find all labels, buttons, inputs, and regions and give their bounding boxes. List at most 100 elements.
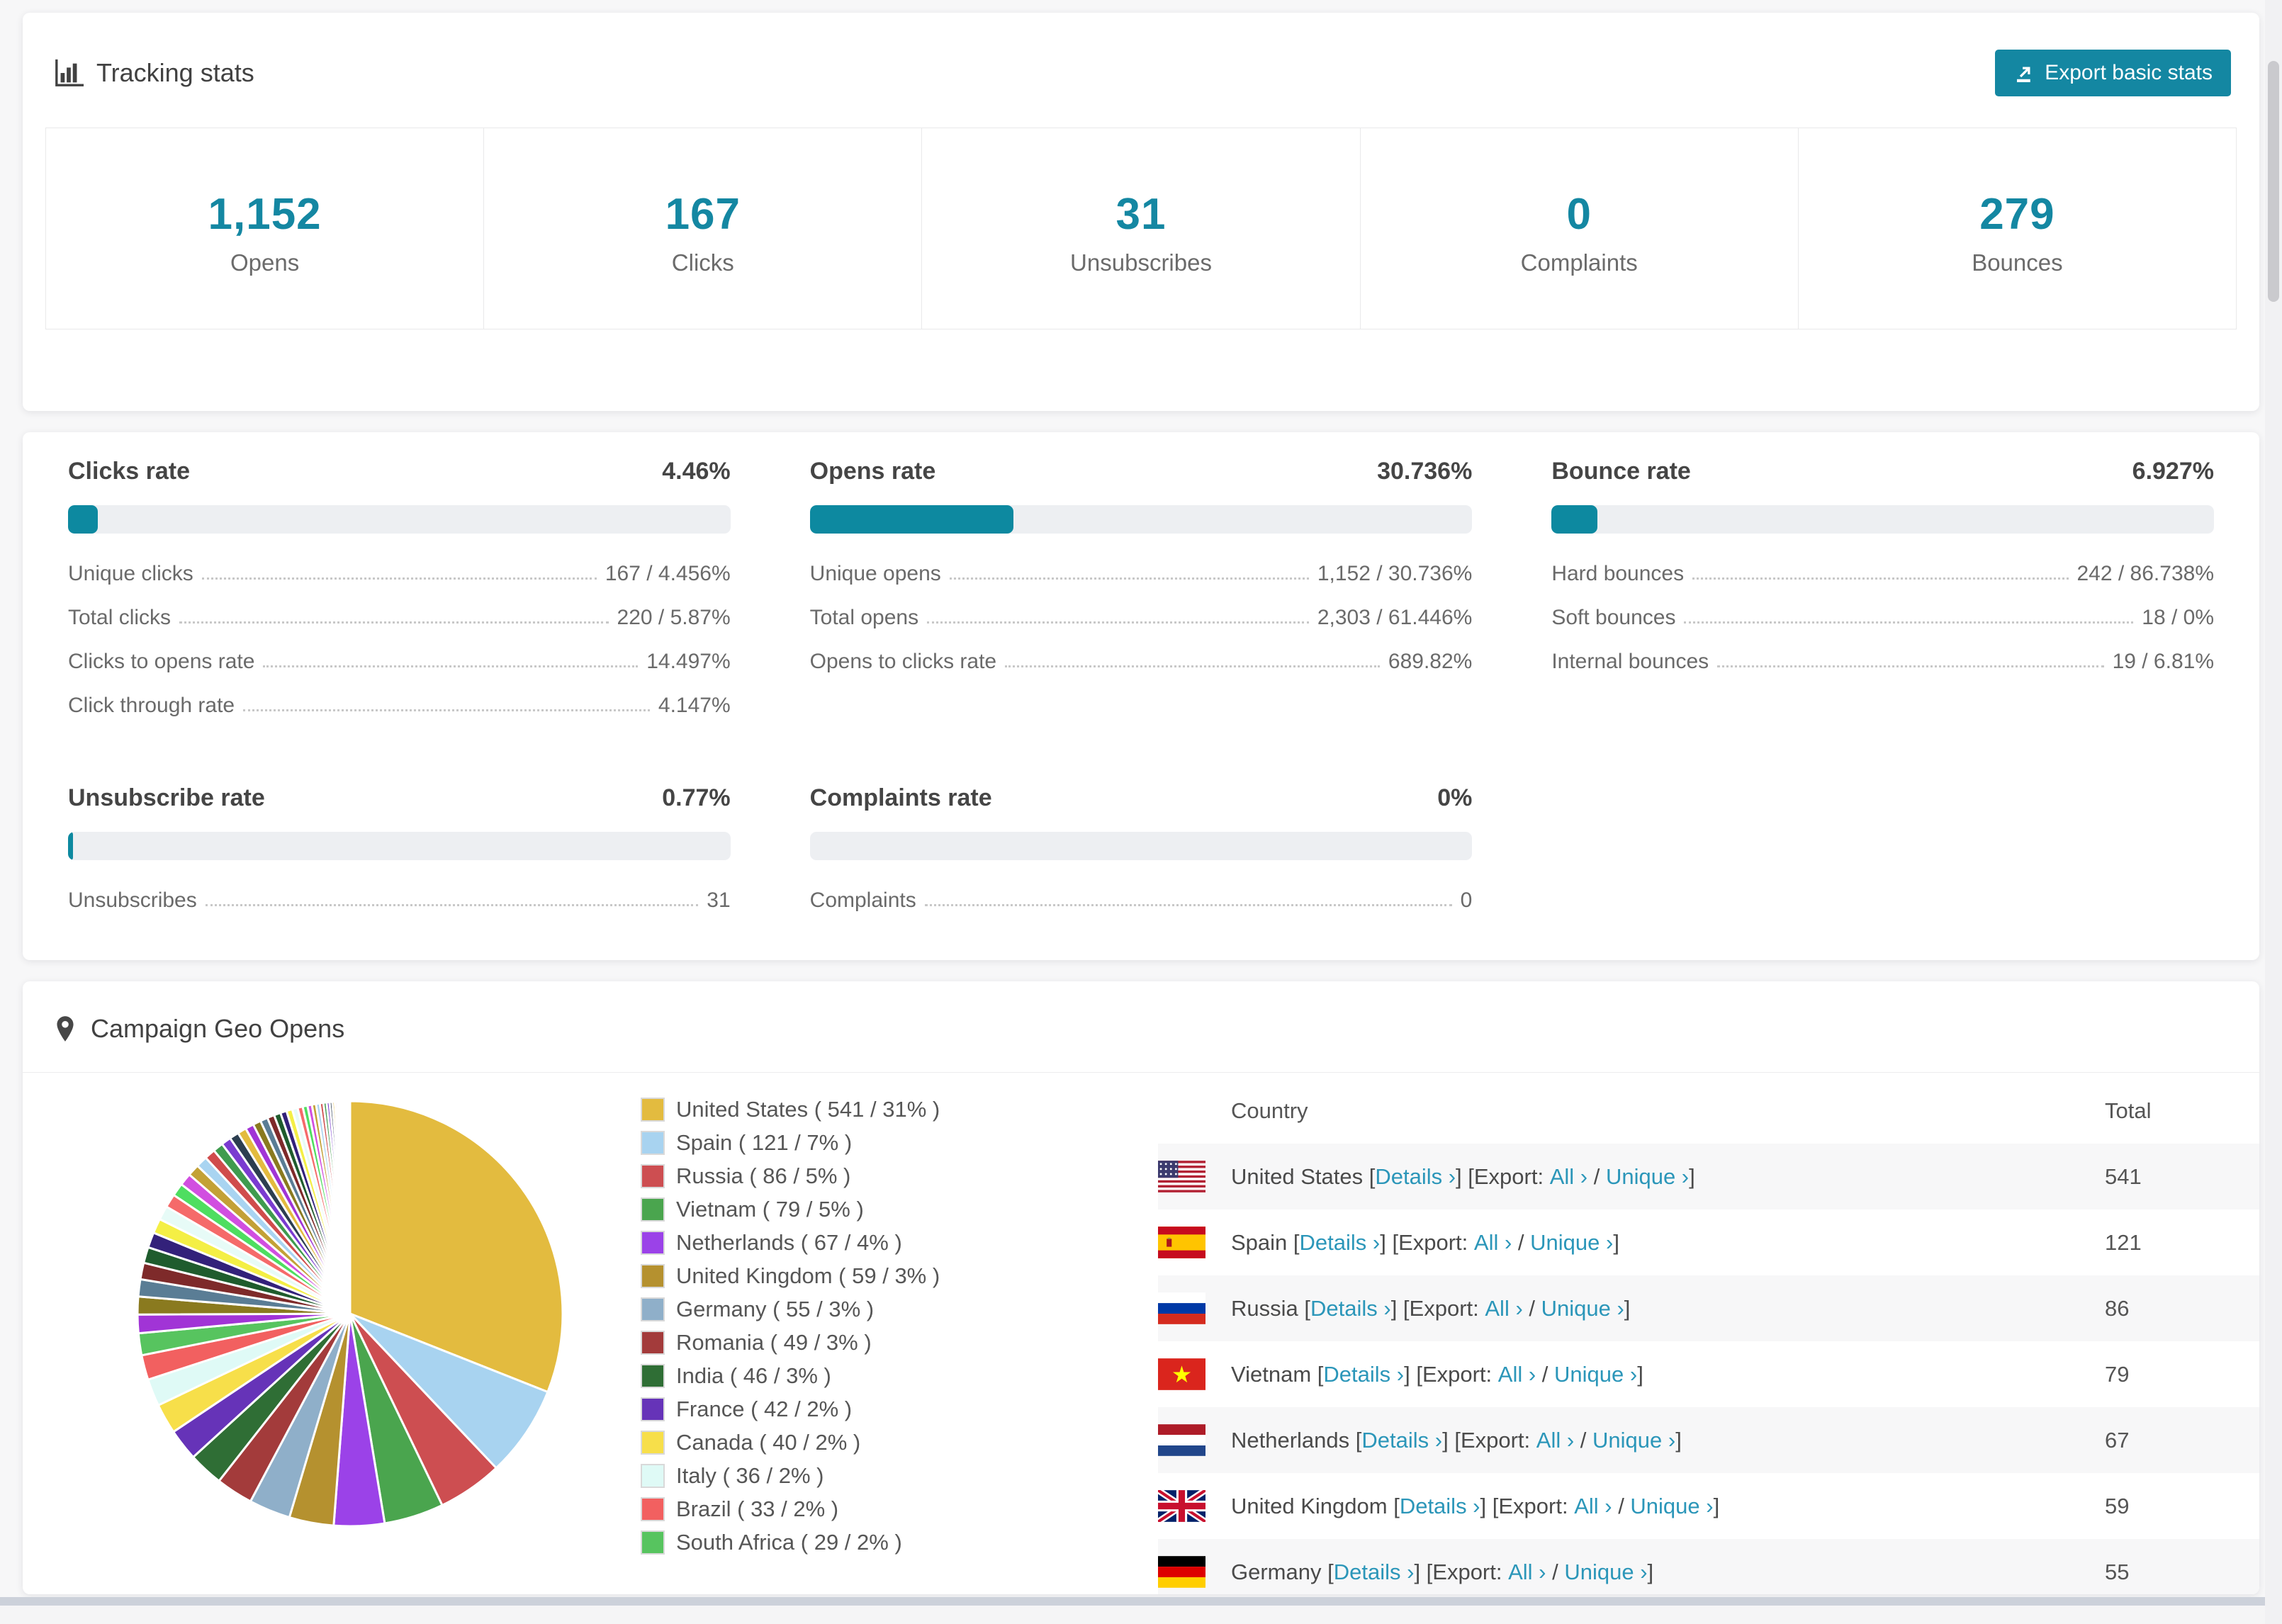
tracking-stats-card: Tracking stats Export basic stats 1,152 … (23, 13, 2259, 411)
stat-box-bounces: 279 Bounces (1799, 128, 2236, 329)
export-all-link[interactable]: All › (1485, 1296, 1522, 1321)
stat-label: Unsubscribes (1070, 249, 1212, 276)
rate-detail-row: Unique clicks 167 / 4.456% (68, 562, 731, 586)
legend-swatch (641, 1464, 665, 1488)
export-basic-stats-button[interactable]: Export basic stats (1995, 50, 2231, 96)
stat-value: 167 (665, 190, 741, 239)
legend-swatch (641, 1497, 665, 1521)
details-link[interactable]: Details › (1334, 1560, 1415, 1585)
export-unique-link[interactable]: Unique › (1630, 1494, 1713, 1519)
flag-nl-icon (1158, 1424, 1205, 1456)
dotted-leader (1717, 665, 2104, 667)
export-unique-link[interactable]: Unique › (1530, 1230, 1613, 1256)
details-link[interactable]: Details › (1361, 1428, 1442, 1453)
progress-bar-fill (68, 832, 74, 860)
details-link[interactable]: Details › (1323, 1362, 1404, 1387)
export-all-link[interactable]: All › (1574, 1494, 1612, 1519)
details-link[interactable]: Details › (1300, 1230, 1381, 1256)
rate-detail-value: 19 / 6.81% (2112, 650, 2214, 673)
stat-value: 0 (1566, 190, 1592, 239)
dotted-leader (927, 621, 1309, 624)
legend-item: Russia ( 86 / 5% ) (641, 1163, 1066, 1189)
table-row-de: Germany [Details ›] [Export: All › / Uni… (1158, 1539, 2259, 1594)
export-all-link[interactable]: All › (1508, 1560, 1546, 1585)
legend-label: South Africa ( 29 / 2% ) (676, 1530, 902, 1555)
export-unique-link[interactable]: Unique › (1564, 1560, 1647, 1585)
geo-table-header: Country Total (1158, 1087, 2259, 1144)
details-link[interactable]: Details › (1375, 1164, 1456, 1190)
page-scrollbar[interactable] (2265, 0, 2282, 1624)
country-total: 86 (2105, 1295, 2130, 1321)
rate-block: Unsubscribe rate 0.77% Unsubscribes 31 (68, 784, 731, 932)
export-all-link[interactable]: All › (1498, 1362, 1536, 1387)
legend-label: India ( 46 / 3% ) (676, 1363, 831, 1388)
export-unique-link[interactable]: Unique › (1541, 1296, 1624, 1321)
legend-item: India ( 46 / 3% ) (641, 1363, 1066, 1389)
country-name: Spain (1231, 1229, 1293, 1255)
country-total: 541 (2105, 1163, 2142, 1189)
rate-detail-value: 0 (1460, 889, 1473, 912)
table-row-es: Spain [Details ›] [Export: All › / Uniqu… (1158, 1209, 2259, 1275)
rate-detail-label: Unique opens (809, 562, 941, 585)
rate-detail-label: Hard bounces (1551, 562, 1685, 585)
details-link[interactable]: Details › (1310, 1296, 1391, 1321)
geo-table-body: United States [Details ›] [Export: All ›… (1158, 1144, 2259, 1594)
country-total: 67 (2105, 1427, 2130, 1453)
rate-detail-value: 4.147% (658, 694, 731, 717)
country-total: 59 (2105, 1493, 2130, 1518)
rate-detail-label: Unique clicks (68, 562, 193, 585)
export-unique-link[interactable]: Unique › (1554, 1362, 1637, 1387)
stat-box-clicks: 167 Clicks (484, 128, 923, 329)
flag-de-icon (1158, 1556, 1205, 1588)
export-unique-link[interactable]: Unique › (1606, 1164, 1689, 1190)
tracking-stats-header: Tracking stats Export basic stats (23, 13, 2259, 96)
page-title: Tracking stats (96, 58, 254, 87)
export-all-link[interactable]: All › (1474, 1230, 1512, 1256)
legend-label: Canada ( 40 / 2% ) (676, 1430, 861, 1455)
rates-grid: Clicks rate 4.46% Unique clicks 167 / 4.… (23, 432, 2259, 932)
dotted-leader (179, 621, 609, 624)
table-row-vn: Vietnam [Details ›] [Export: All › / Uni… (1158, 1341, 2259, 1407)
legend-swatch (641, 1530, 665, 1555)
export-all-link[interactable]: All › (1536, 1428, 1574, 1453)
stat-label: Opens (230, 249, 300, 276)
progress-bar (809, 505, 1473, 534)
export-unique-link[interactable]: Unique › (1592, 1428, 1675, 1453)
rate-value: 0.77% (662, 784, 731, 811)
flag-us-icon (1158, 1161, 1205, 1192)
rate-detail-value: 14.497% (646, 650, 731, 673)
rate-detail-label: Click through rate (68, 694, 235, 717)
country-name: Russia (1231, 1295, 1305, 1321)
legend-label: United Kingdom ( 59 / 3% ) (676, 1263, 940, 1288)
table-row-nl: Netherlands [Details ›] [Export: All › /… (1158, 1407, 2259, 1473)
stat-box-opens: 1,152 Opens (46, 128, 485, 329)
country-total: 55 (2105, 1559, 2130, 1584)
country-column-header: Country (1231, 1098, 1308, 1123)
export-all-link[interactable]: All › (1550, 1164, 1587, 1190)
legend-swatch (641, 1197, 665, 1222)
table-row-ru: Russia [Details ›] [Export: All › / Uniq… (1158, 1275, 2259, 1341)
stat-label: Bounces (1972, 249, 2063, 276)
rate-detail-row: Unsubscribes 31 (68, 889, 731, 913)
rate-detail-value: 689.82% (1388, 650, 1473, 673)
legend-swatch (641, 1364, 665, 1388)
details-link[interactable]: Details › (1400, 1494, 1480, 1519)
geo-legend: United States ( 541 / 31% ) Spain ( 121 … (641, 1097, 1066, 1594)
rate-detail-label: Clicks to opens rate (68, 650, 255, 673)
legend-swatch (641, 1431, 665, 1455)
legend-swatch (641, 1264, 665, 1288)
legend-label: Brazil ( 33 / 2% ) (676, 1496, 839, 1521)
dotted-leader (1684, 621, 2134, 624)
rate-detail-row: Complaints 0 (810, 889, 1473, 913)
geo-content: United States ( 541 / 31% ) Spain ( 121 … (23, 1073, 2259, 1594)
map-pin-icon (54, 1015, 77, 1043)
progress-bar-fill (809, 505, 1013, 534)
dotted-leader (949, 577, 1309, 580)
dotted-leader (201, 577, 597, 580)
legend-item: South Africa ( 29 / 2% ) (641, 1530, 1066, 1555)
scrollbar-thumb[interactable] (2268, 61, 2279, 302)
rate-detail-row: Internal bounces 19 / 6.81% (1551, 650, 2214, 674)
legend-item: Canada ( 40 / 2% ) (641, 1430, 1066, 1455)
stat-label: Clicks (671, 249, 734, 276)
table-row-gb: United Kingdom [Details ›] [Export: All … (1158, 1473, 2259, 1539)
